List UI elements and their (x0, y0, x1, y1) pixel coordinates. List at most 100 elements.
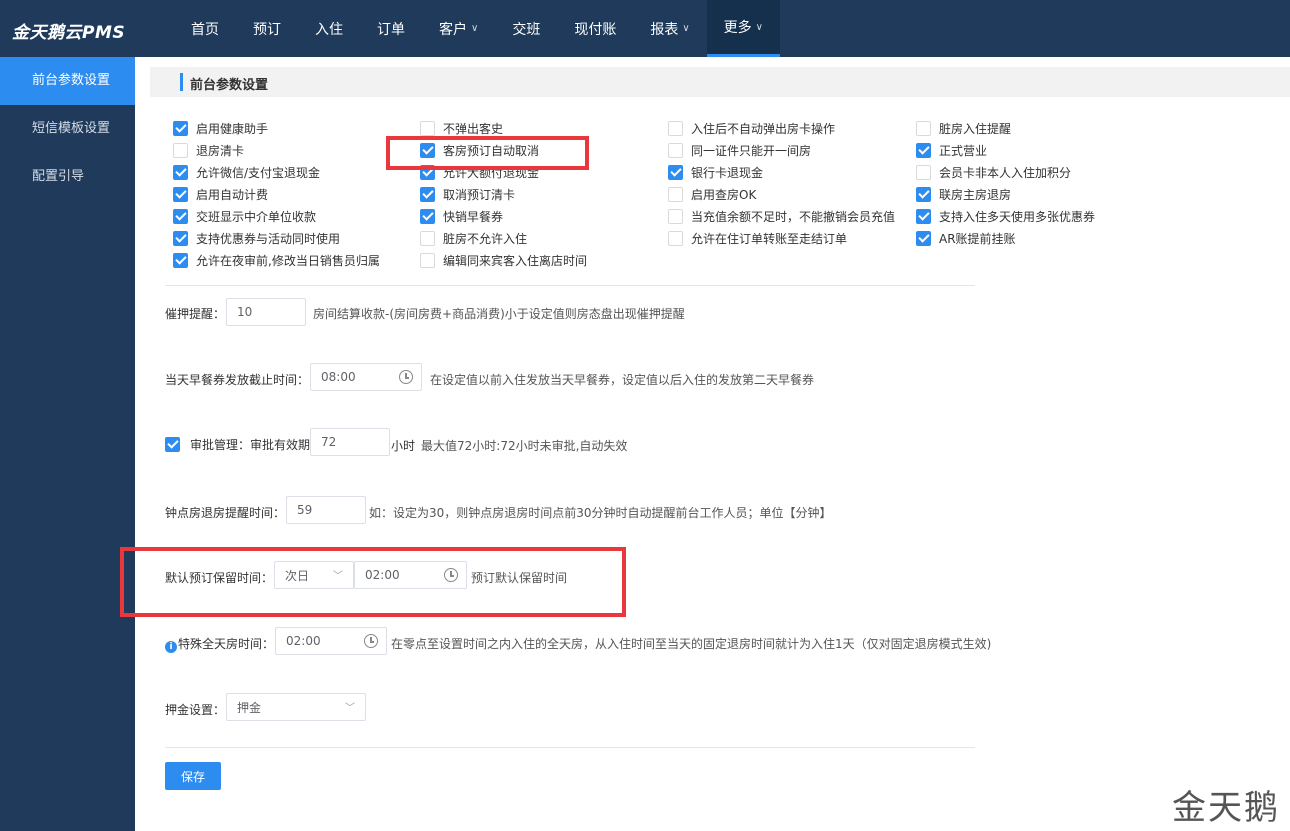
checkbox-label: 支持入住多天使用多张优惠券 (939, 209, 1096, 224)
breakfast-time-picker[interactable]: 08:00 (310, 363, 422, 391)
checkbox[interactable] (420, 186, 435, 202)
checkbox-label: 正式营业 (939, 143, 988, 158)
approval-hours-input[interactable]: 72 (310, 428, 390, 456)
checkbox-option[interactable]: 支持优惠券与活动同时使用 (173, 229, 340, 247)
hourly-label: 钟点房退房提醒时间： (165, 506, 286, 520)
chevron-down-icon: ∨ (471, 23, 479, 34)
clock-icon (364, 634, 378, 648)
checkbox[interactable] (173, 230, 188, 246)
checkbox[interactable] (173, 164, 188, 180)
checkbox[interactable] (916, 208, 931, 224)
breakfast-time-value: 08:00 (321, 370, 356, 384)
checkbox-label: 脏房入住提醒 (939, 121, 1012, 136)
checkbox-option[interactable]: 交班显示中介单位收款 (173, 207, 316, 225)
checkbox-label: 交班显示中介单位收款 (196, 209, 317, 224)
nav-item[interactable]: 更多 ∨ (706, 0, 780, 57)
hourly-hint: 如：设定为30，则钟点房退房时间点前30分钟时自动提醒前台工作人员；单位【分钟】 (369, 506, 832, 520)
checkbox-option[interactable]: 当充值余额不足时，不能撤销会员充值 (668, 207, 895, 225)
checkbox[interactable] (420, 208, 435, 224)
checkbox[interactable] (173, 208, 188, 224)
checkbox-option[interactable]: 支持入住多天使用多张优惠券 (916, 207, 1095, 225)
nav-item[interactable]: 预订 (236, 0, 298, 57)
hourly-input[interactable]: 59 (286, 496, 366, 524)
nav-item-label: 订单 (377, 21, 405, 38)
checkbox[interactable] (668, 120, 683, 136)
checkbox-option[interactable]: 脏房不允许入住 (420, 229, 527, 247)
checkbox[interactable] (916, 230, 931, 246)
checkbox-option[interactable]: 启用自动计费 (173, 185, 268, 203)
clock-icon (399, 370, 413, 384)
checkbox[interactable] (916, 186, 931, 202)
checkbox[interactable] (916, 142, 931, 158)
checkbox-option[interactable]: 取消预订清卡 (420, 185, 515, 203)
checkbox[interactable] (668, 208, 683, 224)
checkbox[interactable] (173, 142, 188, 158)
approval-label: 审批管理： (190, 437, 251, 452)
checkbox-option[interactable]: 允许微信/支付宝退现金 (173, 163, 320, 181)
save-button[interactable]: 保存 (165, 762, 221, 790)
checkbox-option[interactable]: 不弹出客史 (420, 119, 503, 137)
nav-item[interactable]: 首页 (174, 0, 236, 57)
checkbox-option[interactable]: 脏房入住提醒 (916, 119, 1011, 137)
checkbox-option[interactable]: 银行卡退现金 (668, 163, 763, 181)
checkbox-option[interactable]: AR账提前挂账 (916, 229, 1016, 247)
nav-item[interactable]: 入住 (298, 0, 360, 57)
checkbox-label: 支持优惠券与活动同时使用 (196, 231, 341, 246)
checkbox-label: 编辑同来宾客入住离店时间 (443, 253, 588, 268)
nav-item[interactable]: 交班 (495, 0, 557, 57)
nav-item-label: 首页 (191, 21, 219, 38)
checkbox-option[interactable]: 同一证件只能开一间房 (668, 141, 811, 159)
checkbox-option[interactable]: 入住后不自动弹出房卡操作 (668, 119, 835, 137)
nav-item[interactable]: 客户 ∨ (422, 0, 495, 57)
checkbox[interactable] (668, 186, 683, 202)
fullday-label: i 特殊全天房时间： (165, 635, 274, 653)
checkbox[interactable] (668, 142, 683, 158)
sidebar-item[interactable]: 前台参数设置 (0, 57, 135, 105)
checkbox-label: 当充值余额不足时，不能撤销会员充值 (691, 209, 896, 224)
checkbox-option[interactable]: 允许在住订单转账至走结订单 (668, 229, 847, 247)
nav-item[interactable]: 订单 (360, 0, 422, 57)
fullday-time-picker[interactable]: 02:00 (275, 627, 387, 655)
section-header: 前台参数设置 (150, 67, 1290, 97)
section-accent-bar (180, 73, 183, 91)
sidebar-item[interactable]: 短信模板设置 (0, 105, 135, 153)
page-title: 前台参数设置 (190, 78, 269, 93)
checkbox[interactable] (173, 120, 188, 136)
checkbox[interactable] (668, 164, 683, 180)
dunning-input[interactable]: 10 (226, 298, 306, 326)
nav-item[interactable]: 报表 ∨ (633, 0, 706, 57)
highlight-box (120, 547, 626, 617)
sidebar: 前台参数设置 短信模板设置 配置引导 (0, 57, 135, 831)
checkbox-label: 启用自动计费 (196, 187, 269, 202)
checkbox-option[interactable]: 正式营业 (916, 141, 987, 159)
nav-item[interactable]: 现付账 (557, 0, 633, 57)
checkbox[interactable] (668, 230, 683, 246)
nav-item-label: 更多 (723, 20, 752, 36)
nav-item-label: 入住 (315, 21, 343, 38)
approval-checkbox[interactable] (165, 436, 180, 452)
checkbox-label: 允许在夜审前,修改当日销售员归属 (196, 253, 380, 268)
checkbox-option[interactable]: 启用健康助手 (173, 119, 268, 137)
deposit-value: 押金 (237, 700, 262, 715)
approval-hours-value: 72 (321, 435, 337, 449)
sidebar-item[interactable]: 配置引导 (0, 153, 135, 201)
checkbox-label: 同一证件只能开一间房 (691, 143, 812, 158)
checkbox-option[interactable]: 编辑同来宾客入住离店时间 (420, 251, 587, 269)
checkbox-option[interactable]: 快销早餐券 (420, 207, 503, 225)
checkbox-option[interactable]: 联房主房退房 (916, 185, 1011, 203)
checkbox[interactable] (420, 120, 435, 136)
checkbox[interactable] (420, 230, 435, 246)
checkbox-option[interactable]: 会员卡非本人入住加积分 (916, 163, 1071, 181)
checkbox[interactable] (173, 252, 188, 268)
checkbox[interactable] (916, 164, 931, 180)
dunning-hint: 房间结算收款-(房间房费+商品消费)小于设定值则房态盘出现催押提醒 (313, 307, 685, 321)
checkbox-option[interactable]: 允许在夜审前,修改当日销售员归属 (173, 251, 380, 269)
chevron-down-icon: ﹀ (345, 703, 355, 714)
checkbox-option[interactable]: 退房清卡 (173, 141, 244, 159)
breakfast-label: 当天早餐券发放截止时间： (165, 373, 310, 387)
deposit-select[interactable]: 押金 ﹀ (226, 693, 366, 721)
checkbox[interactable] (916, 120, 931, 136)
checkbox-option[interactable]: 启用查房OK (668, 185, 756, 203)
checkbox[interactable] (173, 186, 188, 202)
checkbox[interactable] (420, 252, 435, 268)
